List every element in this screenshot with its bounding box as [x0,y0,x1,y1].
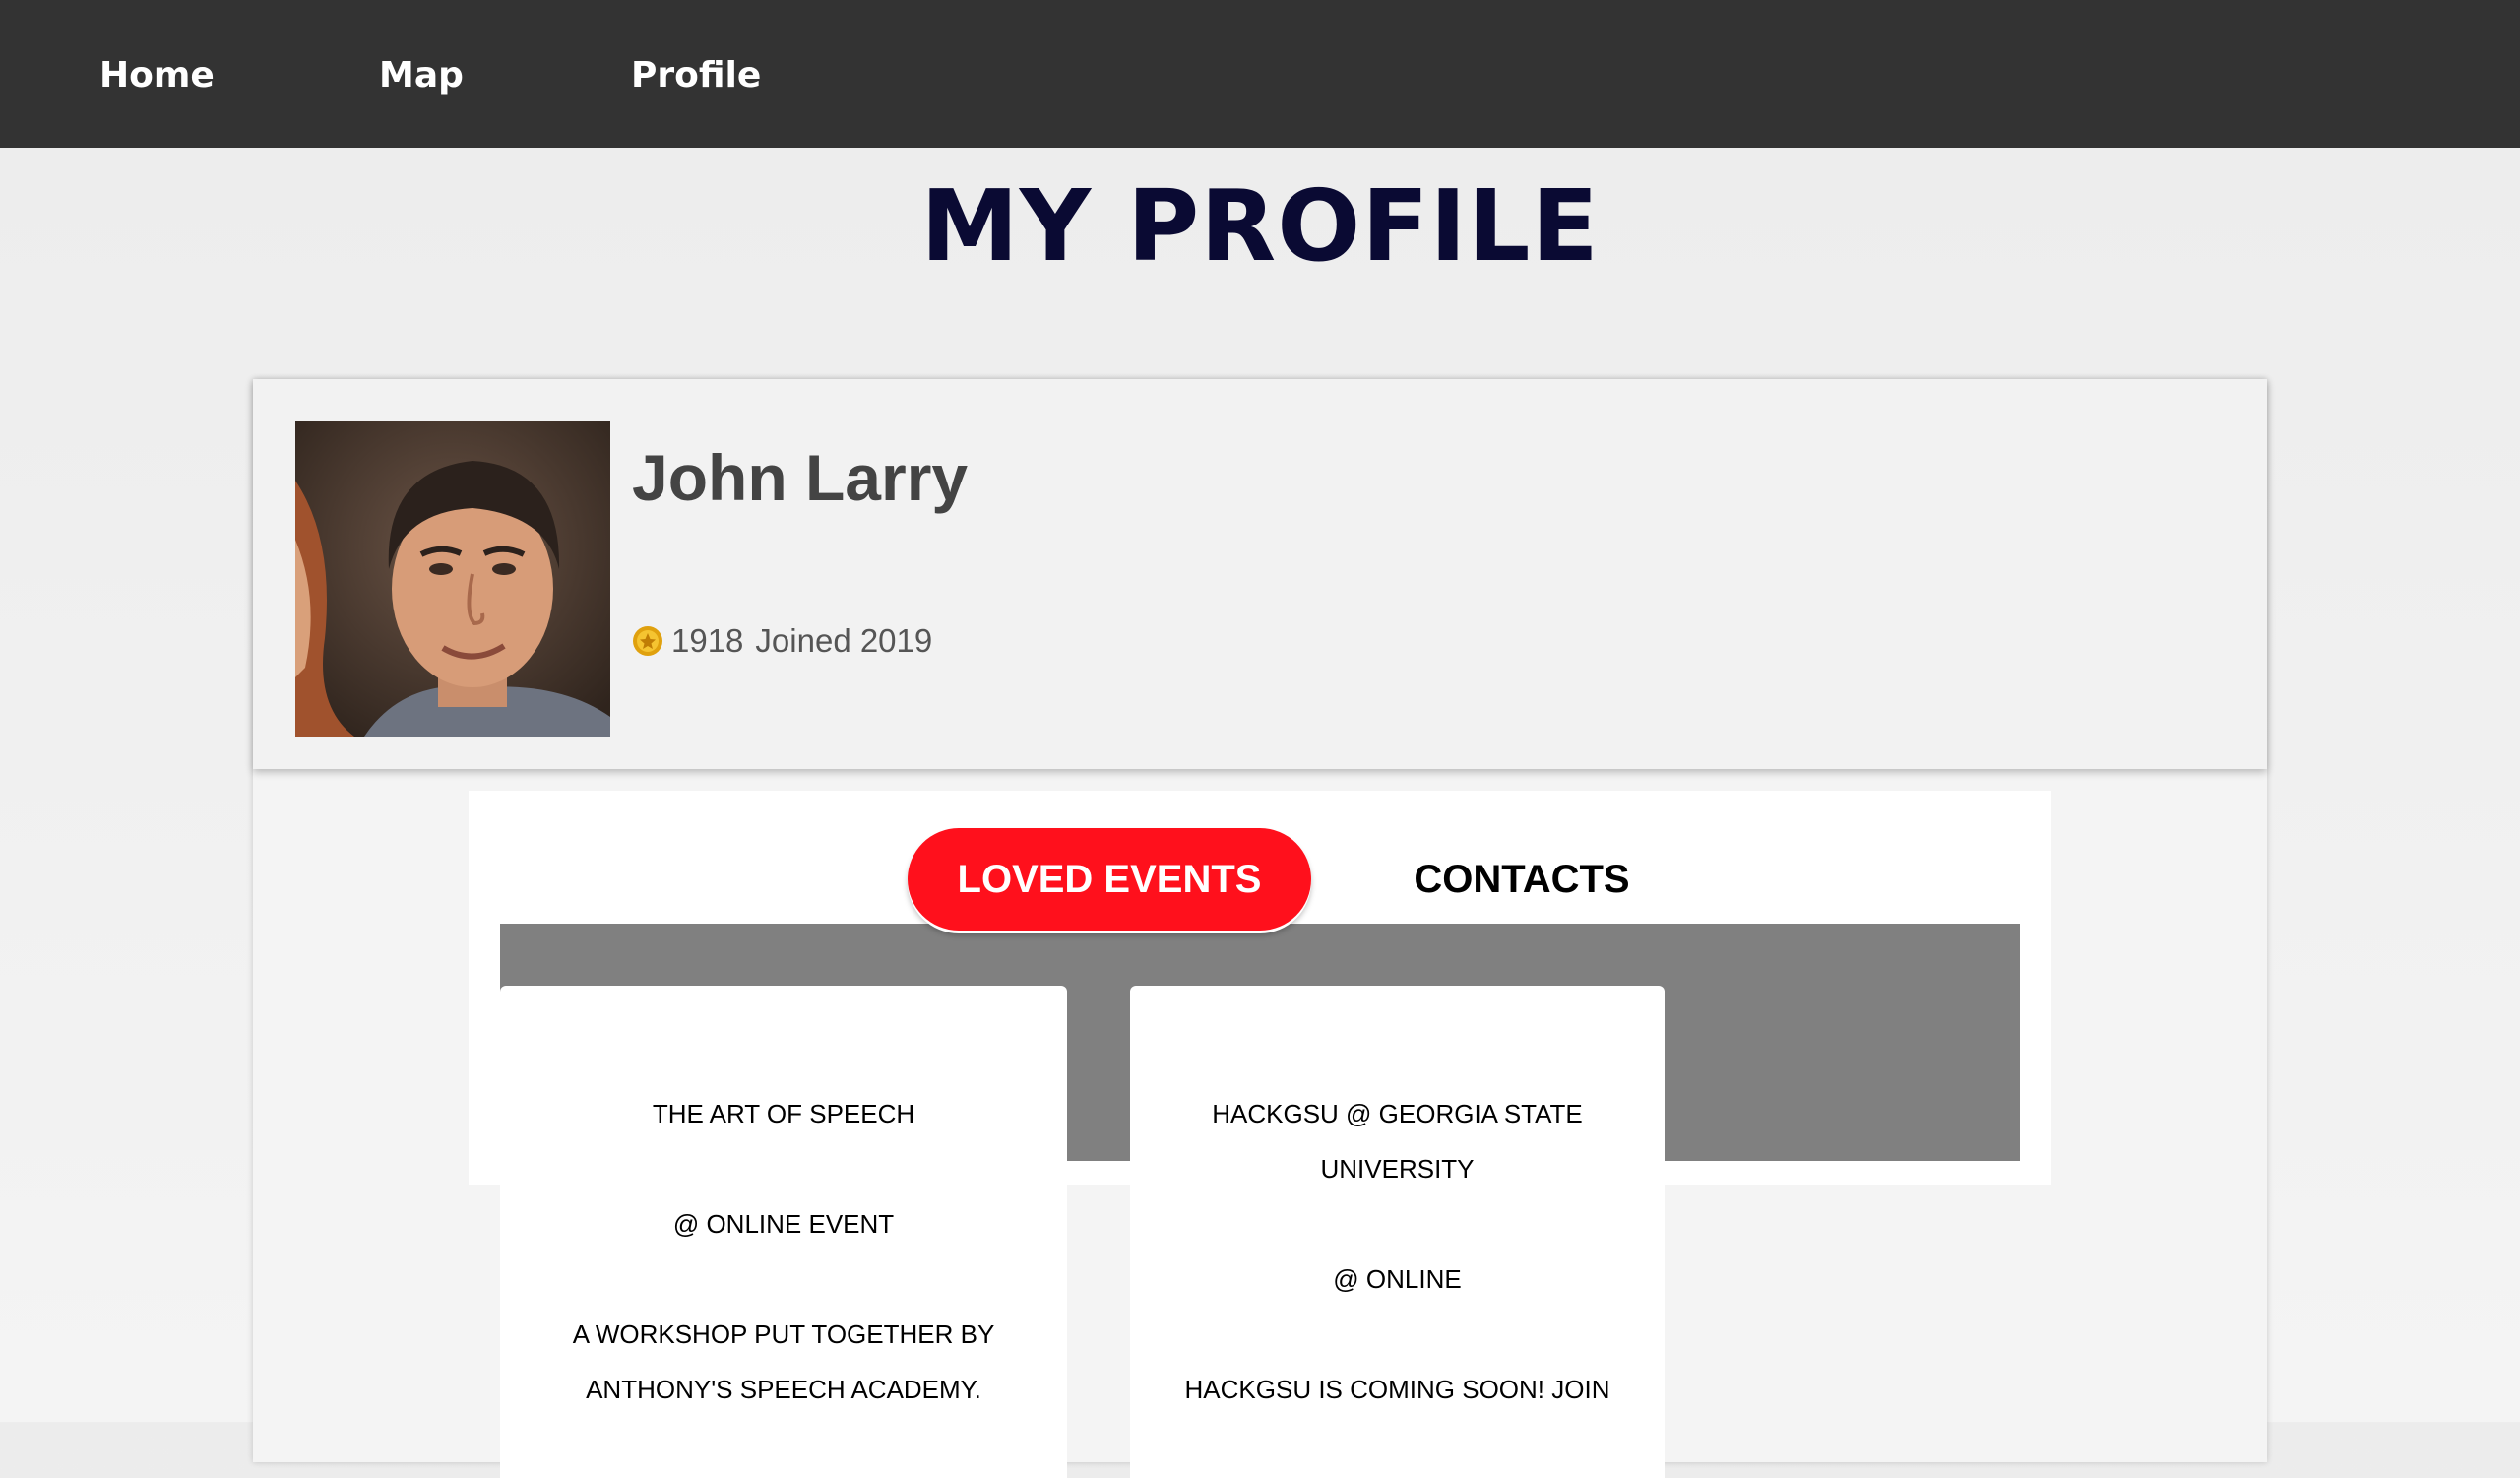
user-name: John Larry [632,441,969,514]
top-navbar: Home Map Profile [0,0,2520,148]
joined-date: Joined 2019 [755,622,933,659]
coin-icon [632,625,663,657]
points-value: 1918 [671,622,744,659]
profile-stats: 1918 Joined 2019 [632,621,932,661]
event-description: HACKGSU IS COMING SOON! JOIN [1184,1375,1610,1404]
event-card[interactable]: THE ART OF SPEECH @ ONLINE EVENT A WORKS… [500,986,1067,1478]
nav-map-link[interactable]: Map [379,51,464,100]
event-description: A WORKSHOP PUT TOGETHER BY ANTHONY'S SPE… [572,1319,995,1404]
nav-profile-link[interactable]: Profile [631,51,761,100]
tab-contacts[interactable]: CONTACTS [1394,828,1650,931]
nav-home-link[interactable]: Home [99,51,215,100]
event-location: @ ONLINE [1333,1264,1462,1294]
event-title: THE ART OF SPEECH [652,1099,915,1128]
event-location: @ ONLINE EVENT [672,1209,895,1239]
profile-card: John Larry 1918 Joined 2019 [253,379,2267,769]
user-photo-icon [295,421,610,737]
event-card[interactable]: HACKGSU @ GEORGIA STATE UNIVERSITY @ ONL… [1130,986,1665,1478]
event-title: HACKGSU @ GEORGIA STATE UNIVERSITY [1212,1099,1583,1184]
page-title: MY PROFILE [920,168,1600,284]
tab-loved-events[interactable]: LOVED EVENTS [908,828,1311,931]
avatar [295,421,610,737]
